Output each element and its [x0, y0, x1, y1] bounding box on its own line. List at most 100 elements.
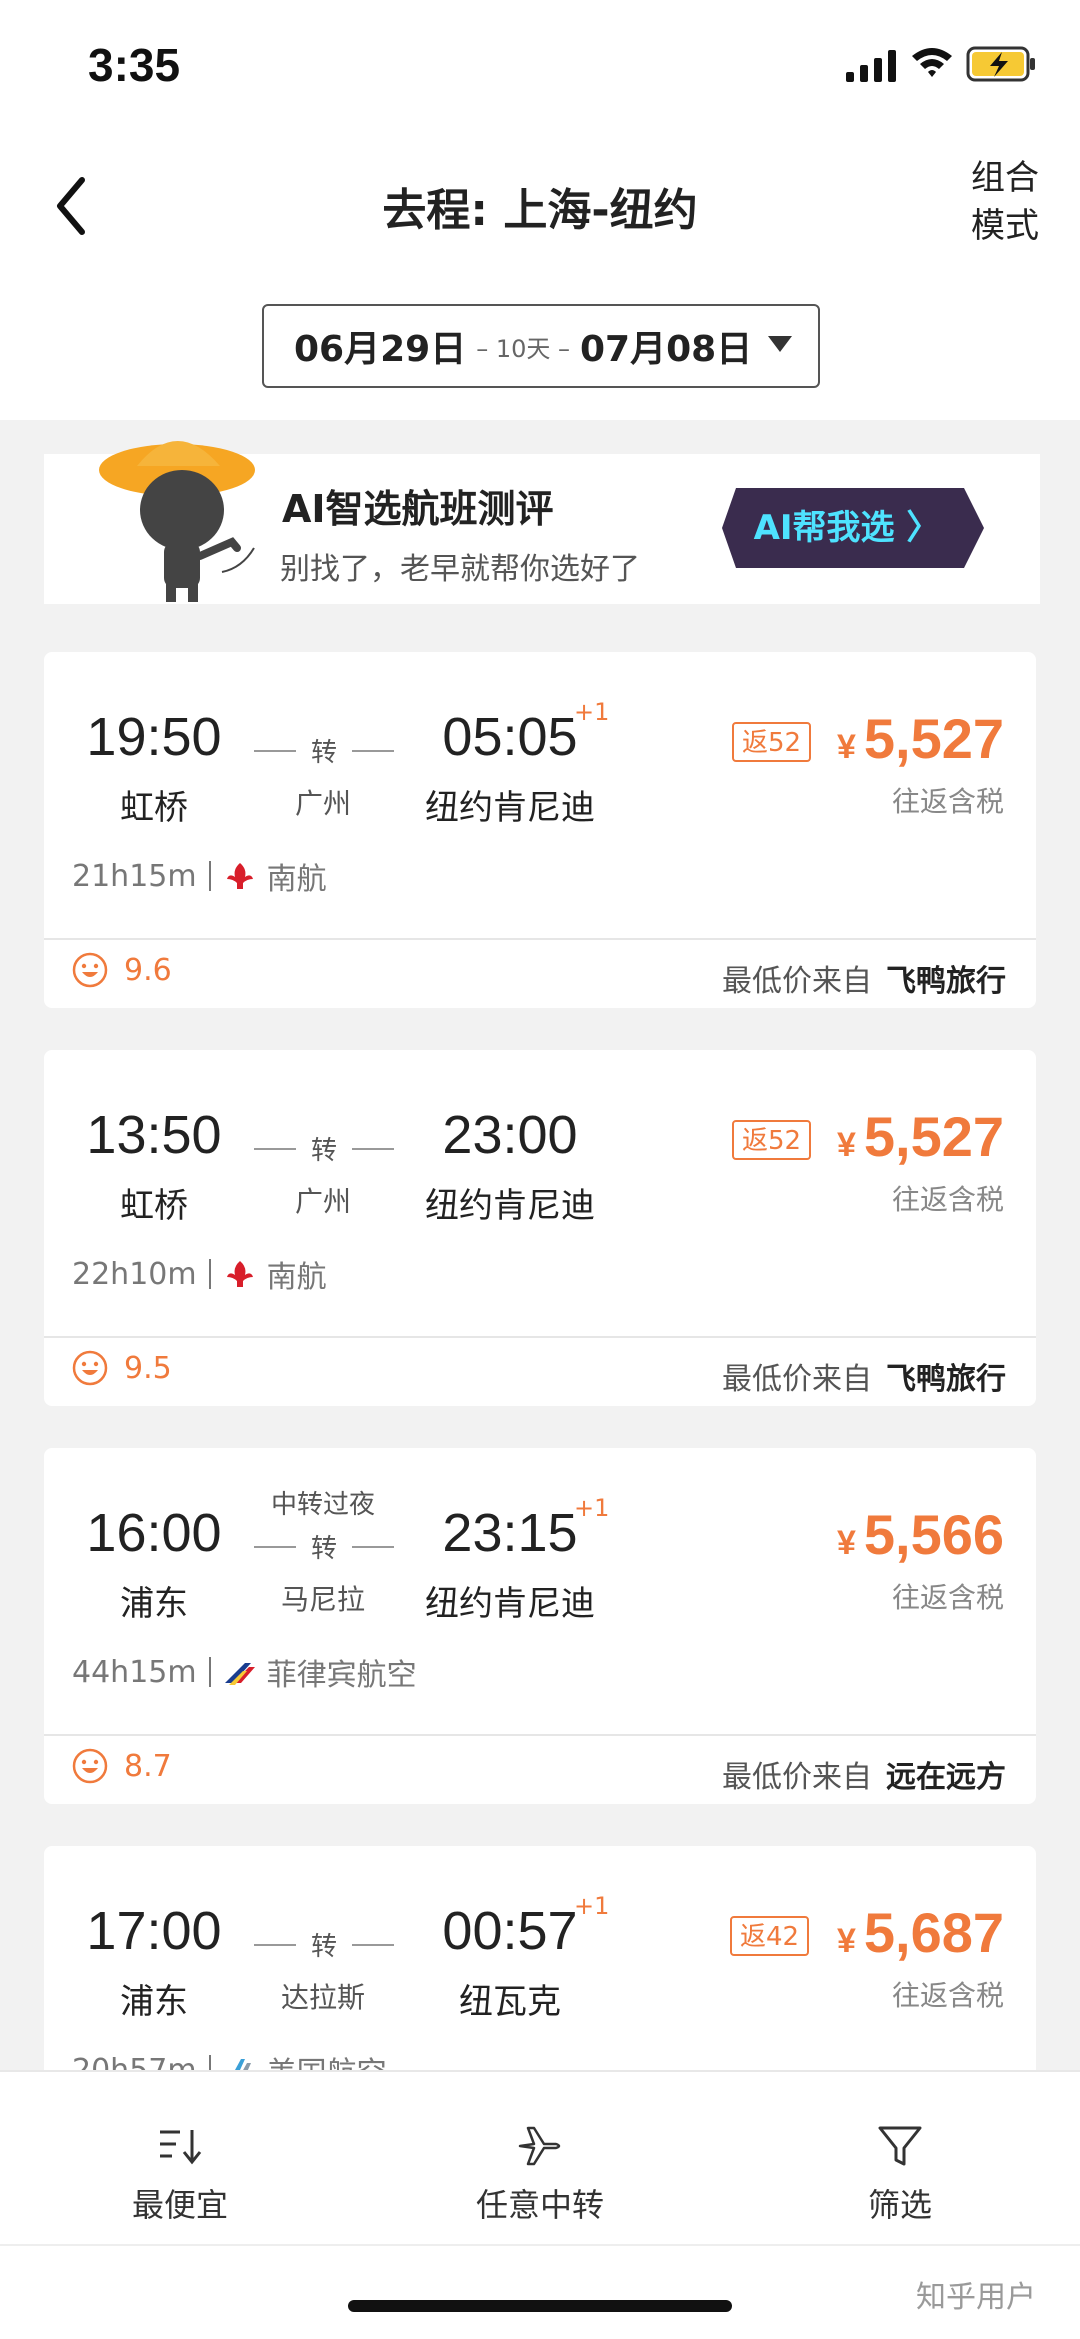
combo-mode-label-line1: 组合	[971, 158, 1039, 198]
ai-banner-title: AI智选航班测评	[282, 487, 554, 531]
flight-duration: 44h15m	[72, 1654, 197, 1690]
currency-symbol: ¥	[836, 1126, 856, 1164]
price-note: 往返含税	[891, 1183, 1004, 1216]
lowest-price-source[interactable]: 最低价来自 飞鸭旅行	[722, 1354, 1006, 1398]
filter-icon	[878, 2126, 922, 2166]
agency-name: 飞鸭旅行	[886, 1362, 1006, 1397]
transfer-city: 广州	[294, 787, 351, 820]
return-date: 07月08日	[580, 329, 753, 370]
duration-airline-row: 22h10m 南航	[72, 1252, 327, 1296]
ai-pick-button-label: AI帮我选 〉	[753, 508, 941, 548]
bottom-divider	[0, 2244, 1080, 2246]
battery-charging-icon	[966, 46, 1035, 82]
arrival-time: 23:15	[442, 1503, 578, 1563]
flight-card[interactable]: 13:50 转 23:00 虹桥 广州 纽约肯尼迪 返52 ¥5,527 往返含…	[44, 1050, 1036, 1406]
lowest-from-label: 最低价来自	[722, 1362, 872, 1397]
lowest-from-label: 最低价来自	[722, 1760, 872, 1795]
price: ¥5,527	[837, 1104, 1004, 1169]
transfer-line	[254, 1148, 394, 1150]
price-value: 5,566	[863, 1503, 1004, 1566]
transfer-city: 广州	[294, 1185, 351, 1218]
currency-symbol: ¥	[836, 1524, 856, 1562]
separator	[208, 1657, 211, 1687]
trip-duration: – 10天 –	[476, 334, 570, 363]
combo-mode-button[interactable]: 组合 模式	[960, 154, 1050, 250]
currency-symbol: ¥	[836, 1922, 856, 1960]
price-note: 往返含税	[891, 1581, 1004, 1614]
departure-airport: 浦东	[120, 1982, 188, 2022]
agency-name: 飞鸭旅行	[886, 964, 1006, 999]
lowest-price-source[interactable]: 最低价来自 飞鸭旅行	[722, 956, 1006, 1000]
flight-card[interactable]: 19:50 转 05:05 +1 虹桥 广州 纽约肯尼迪 返52 ¥5,527 …	[44, 652, 1036, 1008]
ai-banner[interactable]: AI智选航班测评 别找了，老早就帮你选好了 AI帮我选 〉	[44, 441, 1040, 604]
wifi-icon	[912, 48, 952, 77]
rating-score: 8.7	[124, 1748, 172, 1784]
sort-cheapest-icon	[160, 2130, 202, 2165]
departure-airport: 虹桥	[120, 788, 188, 828]
flight-card[interactable]: 16:00 中转过夜 转 23:15 +1 浦东 马尼拉 纽约肯尼迪 ¥5,56…	[44, 1448, 1036, 1804]
arrival-time: 00:57	[442, 1901, 578, 1961]
card-divider	[44, 938, 1036, 940]
watermark: 知乎用户	[916, 2280, 1036, 2315]
tab-filter[interactable]: 筛选	[800, 2122, 1000, 2226]
tab-cheapest[interactable]: 最便宜	[80, 2122, 280, 2226]
china-southern-logo-icon	[226, 1261, 253, 1287]
arrival-time: 05:05	[442, 707, 578, 767]
airplane-icon	[518, 2126, 561, 2166]
rating-score: 9.5	[124, 1350, 172, 1386]
status-bar: 3:35	[0, 0, 1080, 130]
plus-day-badge: +1	[574, 1494, 610, 1522]
cashback-badge: 返52	[732, 1120, 812, 1160]
cellular-signal-icon	[846, 50, 896, 82]
cashback-badge: 返52	[732, 722, 812, 762]
price: ¥5,687	[837, 1900, 1004, 1965]
ai-banner-subtitle: 别找了，老早就帮你选好了	[280, 552, 640, 587]
smile-icon	[72, 1350, 108, 1386]
departure-airport: 虹桥	[120, 1186, 188, 1226]
card-divider	[44, 1336, 1036, 1338]
transfer-line	[254, 1546, 394, 1548]
duration-airline-row: 44h15m 菲律宾航空	[72, 1650, 417, 1694]
dropdown-triangle-icon	[768, 336, 792, 352]
rating: 8.7	[72, 1748, 172, 1784]
airline-name: 菲律宾航空	[266, 1658, 417, 1693]
price: ¥5,527	[837, 706, 1004, 771]
airline-name: 南航	[266, 862, 327, 897]
rating: 9.6	[72, 952, 172, 988]
header: 去程: 上海-纽约 组合 模式 06月29日 – 10天 – 07月08日	[0, 130, 1080, 420]
arrival-airport: 纽瓦克	[459, 1982, 561, 2022]
lowest-from-label: 最低价来自	[722, 964, 872, 999]
arrival-time: 23:00	[442, 1105, 578, 1165]
lowest-price-source[interactable]: 最低价来自 远在远方	[722, 1752, 1006, 1796]
price: ¥5,566	[837, 1502, 1004, 1567]
smile-icon	[72, 1748, 108, 1784]
rating: 9.5	[72, 1350, 172, 1386]
separator	[208, 1259, 211, 1289]
ai-pick-button[interactable]: AI帮我选 〉	[722, 488, 992, 568]
duration-airline-row: 21h15m 南航	[72, 854, 327, 898]
arrival-airport: 纽约肯尼迪	[425, 1584, 595, 1624]
tab-any-transfer[interactable]: 任意中转	[440, 2122, 640, 2226]
price-value: 5,527	[863, 707, 1004, 770]
departure-time: 16:00	[86, 1503, 222, 1563]
price-note: 往返含税	[891, 785, 1004, 818]
smile-icon	[72, 952, 108, 988]
tab-cheapest-label: 最便宜	[131, 2186, 228, 2224]
combo-mode-label-line2: 模式	[971, 206, 1039, 246]
departure-time: 19:50	[86, 707, 222, 767]
airline-name: 南航	[266, 1260, 327, 1295]
price-note: 往返含税	[891, 1979, 1004, 2012]
transfer-line	[254, 1944, 394, 1946]
date-range-picker[interactable]: 06月29日 – 10天 – 07月08日	[262, 304, 820, 388]
arrival-airport: 纽约肯尼迪	[425, 1186, 595, 1226]
arrival-airport: 纽约肯尼迪	[425, 788, 595, 828]
transfer-line	[254, 750, 394, 752]
home-indicator[interactable]	[348, 2300, 732, 2312]
departure-time: 17:00	[86, 1901, 222, 1961]
card-divider	[44, 1734, 1036, 1736]
overnight-transfer-label: 中转过夜	[270, 1490, 375, 1520]
price-value: 5,527	[863, 1105, 1004, 1168]
plus-day-badge: +1	[574, 698, 610, 726]
transfer-city: 达拉斯	[280, 1981, 365, 2014]
departure-airport: 浦东	[120, 1584, 188, 1624]
